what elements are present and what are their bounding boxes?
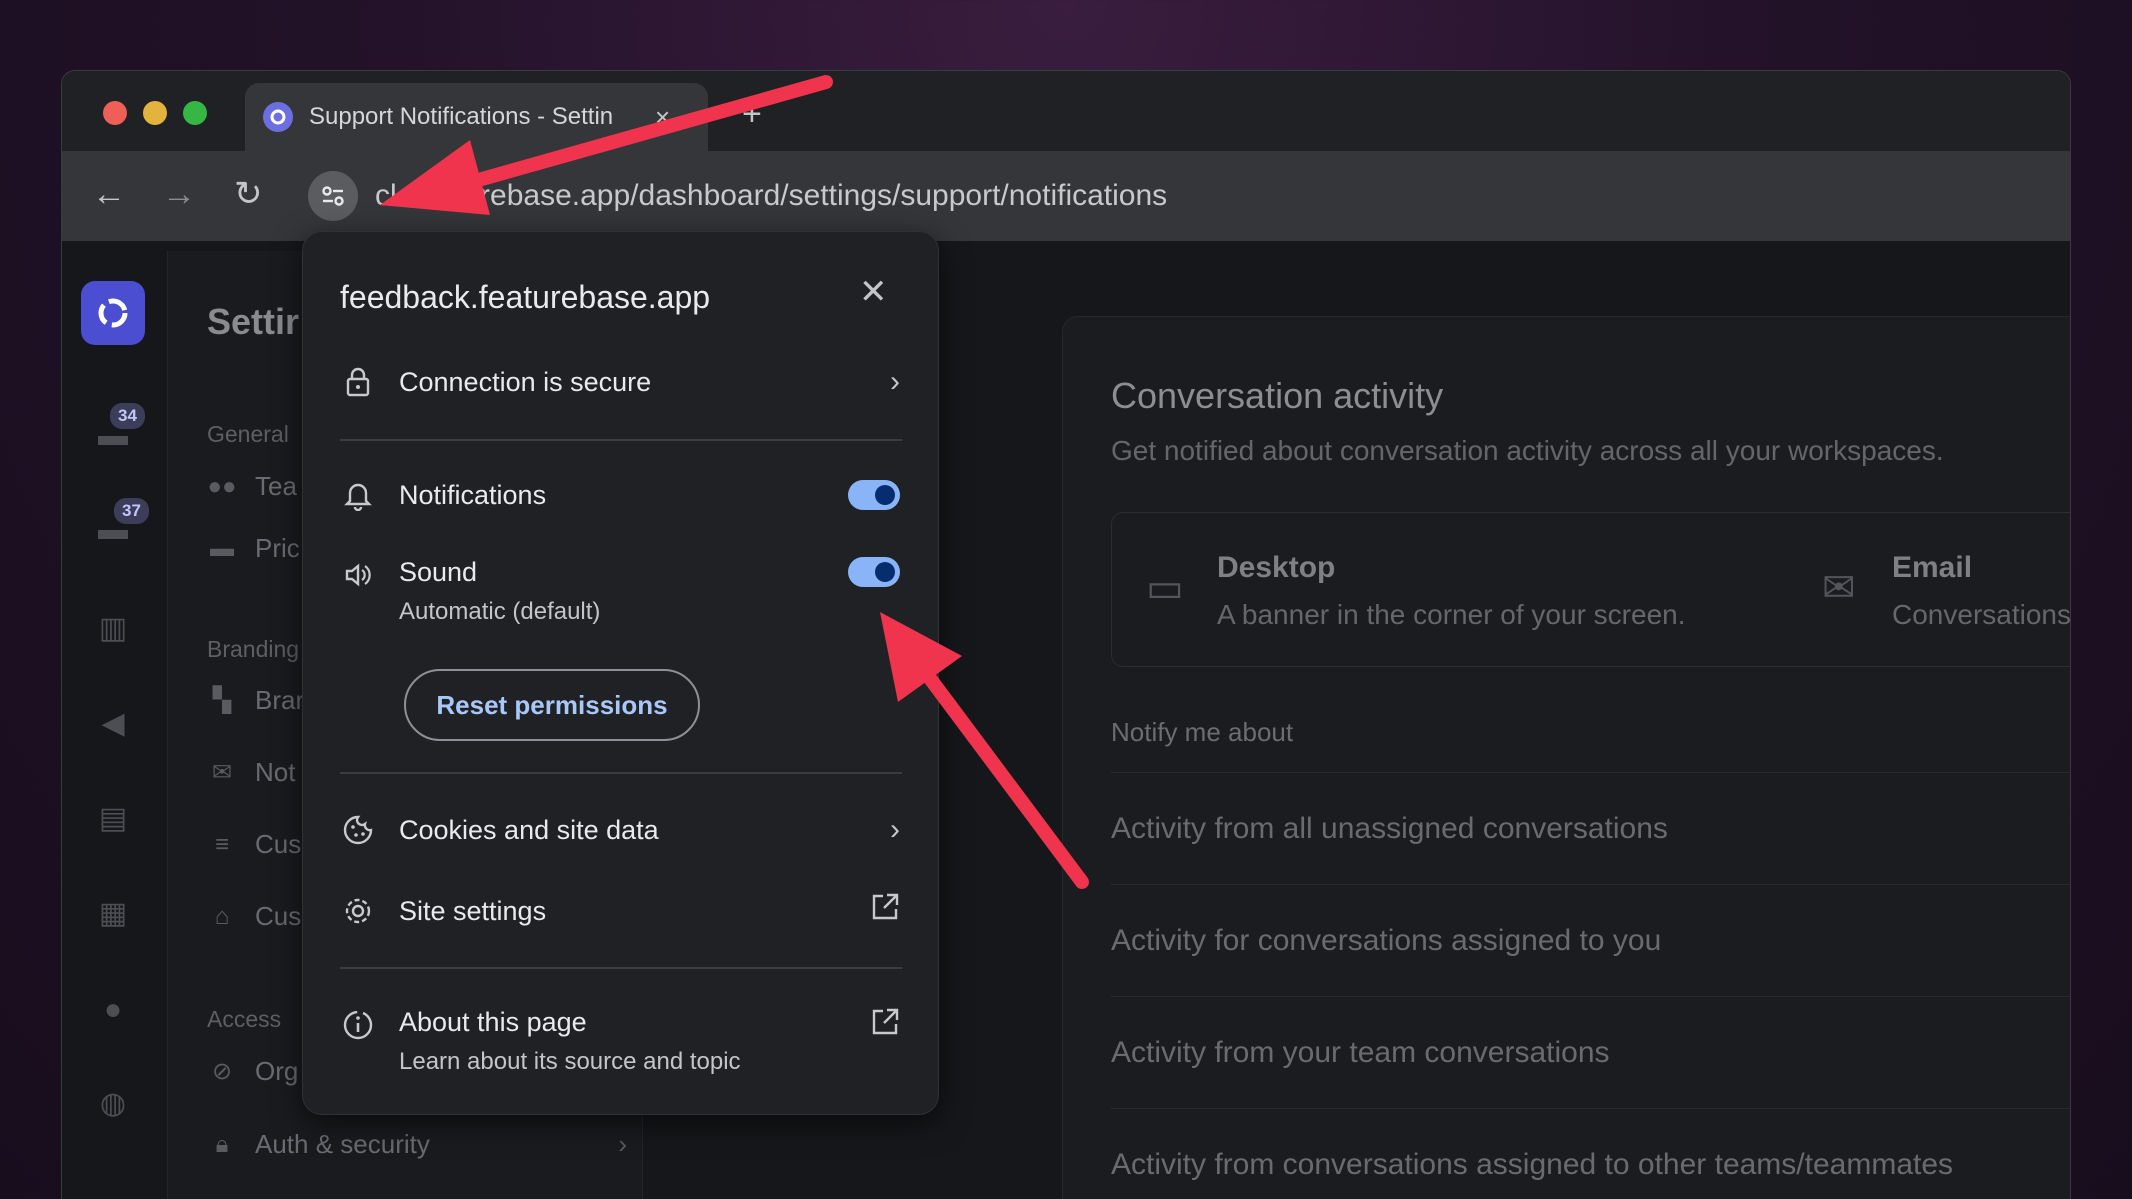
speaker-icon (340, 557, 376, 593)
group-label-access: Access (207, 1006, 282, 1032)
people-icon: ●● (207, 472, 237, 500)
browser-toolbar: ← → ↻ ck.featurebase.app/dashboard/setti… (62, 151, 2070, 241)
channel-email-description: Conversations (1892, 599, 2071, 630)
close-window-button[interactable] (103, 101, 127, 125)
notify-me-about-label: Notify me about (1111, 717, 1294, 747)
about-page-row[interactable]: About this page Learn about its source a… (340, 1007, 900, 1076)
browser-tab[interactable]: Support Notifications - Settin × (245, 83, 708, 151)
activity-row[interactable]: Activity from conversations assigned to … (1111, 1108, 2070, 1199)
sound-label: Sound (399, 557, 478, 587)
lock-icon: 🔒︎ (215, 1130, 229, 1158)
sidebar-item-label: Pric (255, 533, 300, 563)
section-title: Conversation activity (1111, 375, 1444, 416)
popup-close-icon[interactable]: ✕ (859, 272, 888, 312)
app-rail: ▬ 34 ▬ 37 ▥ ◀ ▤ ▦ ● ◍ (62, 241, 167, 1199)
eye-off-icon: ⊘ (211, 1058, 233, 1085)
group-label-general: General (207, 421, 289, 447)
chevron-right-icon: › (890, 813, 900, 846)
conversation-activity-card: Conversation activity Get notified about… (1062, 316, 2071, 1199)
roadmap-icon[interactable]: ▥ (96, 611, 130, 645)
tab-title: Support Notifications - Settin (309, 103, 614, 130)
channel-selector: ▭ Desktop A banner in the corner of your… (1111, 512, 2071, 667)
notifications-row: Notifications (340, 477, 900, 513)
sidebar-item-label: Cus (255, 901, 302, 931)
menu-icon: ≡ (214, 830, 229, 858)
divider (340, 772, 902, 774)
forward-button[interactable]: → (162, 177, 196, 211)
cookies-row[interactable]: Cookies and site data › (340, 812, 900, 848)
notifications-label: Notifications (399, 479, 547, 510)
site-info-button[interactable] (308, 171, 358, 221)
cookie-icon (340, 812, 376, 848)
maximize-window-button[interactable] (183, 101, 207, 125)
external-link-icon (870, 892, 900, 930)
home-icon: ⌂ (214, 902, 230, 930)
sidebar-item-label: Not (255, 757, 296, 787)
lock-icon (340, 364, 376, 400)
envelope-icon: ✉ (1822, 566, 1856, 610)
channel-desktop-description: A banner in the corner of your screen. (1217, 599, 1686, 630)
minimize-window-button[interactable] (143, 101, 167, 125)
back-button[interactable]: ← (92, 177, 126, 211)
connection-secure-row[interactable]: Connection is secure › (340, 364, 900, 400)
book-icon[interactable]: ▦ (96, 896, 130, 930)
card-icon: ▬ (210, 534, 234, 562)
bell-icon (340, 477, 376, 513)
featurebase-logo[interactable] (81, 281, 145, 345)
group-label-branding: Branding (207, 636, 300, 662)
new-tab-button[interactable]: + (742, 95, 762, 134)
activity-row[interactable]: Activity for conversations assigned to y… (1111, 884, 2070, 996)
about-page-label: About this page (399, 1007, 587, 1037)
channel-desktop-name[interactable]: Desktop (1217, 551, 1335, 585)
site-settings-label: Site settings (399, 895, 547, 926)
sound-toggle[interactable] (848, 557, 900, 587)
featurebase-favicon-icon (263, 102, 293, 132)
conversations-count-badge: 37 (112, 496, 151, 526)
sidebar-item-label: Tea (255, 471, 297, 501)
globe-icon[interactable]: ◍ (96, 1086, 130, 1120)
palette-icon: ▚ (212, 687, 232, 714)
docs-icon[interactable]: ▤ (96, 801, 130, 835)
sidebar-item-label: Auth & security (255, 1129, 430, 1159)
site-settings-row[interactable]: Site settings (340, 892, 900, 930)
inbox-count-badge: 34 (108, 401, 147, 431)
gear-icon (340, 893, 376, 929)
sidebar-item-label: Brar (255, 685, 305, 715)
monitor-icon: ▭ (1146, 566, 1184, 610)
mail-icon: ✉ (211, 759, 233, 786)
channel-email-name[interactable]: Email (1892, 551, 1972, 585)
divider (340, 439, 902, 441)
notifications-toggle[interactable] (848, 480, 900, 510)
reload-button[interactable]: ↻ (234, 177, 263, 211)
connection-label: Connection is secure (399, 366, 652, 397)
tune-icon (322, 186, 344, 206)
announcement-icon[interactable]: ◀ (96, 706, 130, 740)
activity-row[interactable]: Activity from all unassigned conversatio… (1111, 772, 2070, 884)
tab-bar: Support Notifications - Settin × + (62, 71, 2070, 151)
site-info-popup: feedback.featurebase.app ✕ Connection is… (302, 231, 939, 1115)
about-page-sublabel: Learn about its source and topic (399, 1048, 741, 1075)
chevron-right-icon: › (618, 1129, 627, 1159)
section-subtitle: Get notified about conversation activity… (1111, 435, 1944, 466)
sound-row: Sound Automatic (default) (340, 557, 900, 626)
tab-close-icon[interactable]: × (655, 102, 670, 133)
settings-title: Settir (207, 301, 300, 342)
popup-hostname: feedback.featurebase.app (340, 279, 711, 315)
reset-permissions-button[interactable]: Reset permissions (404, 669, 700, 741)
external-link-icon (870, 1007, 900, 1045)
cookies-label: Cookies and site data (399, 814, 659, 845)
info-icon (340, 1007, 376, 1043)
sidebar-item-label: Org (255, 1056, 299, 1086)
address-bar[interactable]: ck.featurebase.app/dashboard/settings/su… (375, 179, 1167, 213)
activity-row[interactable]: Activity from your team conversations (1111, 996, 2070, 1108)
divider (340, 967, 902, 969)
sound-sublabel: Automatic (default) (399, 598, 601, 625)
chevron-right-icon: › (890, 365, 900, 398)
users-icon[interactable]: ● (96, 993, 130, 1026)
sidebar-item-auth-security[interactable]: 🔒︎ Auth & security › (207, 1129, 627, 1160)
sidebar-item-label: Cus (255, 829, 302, 859)
